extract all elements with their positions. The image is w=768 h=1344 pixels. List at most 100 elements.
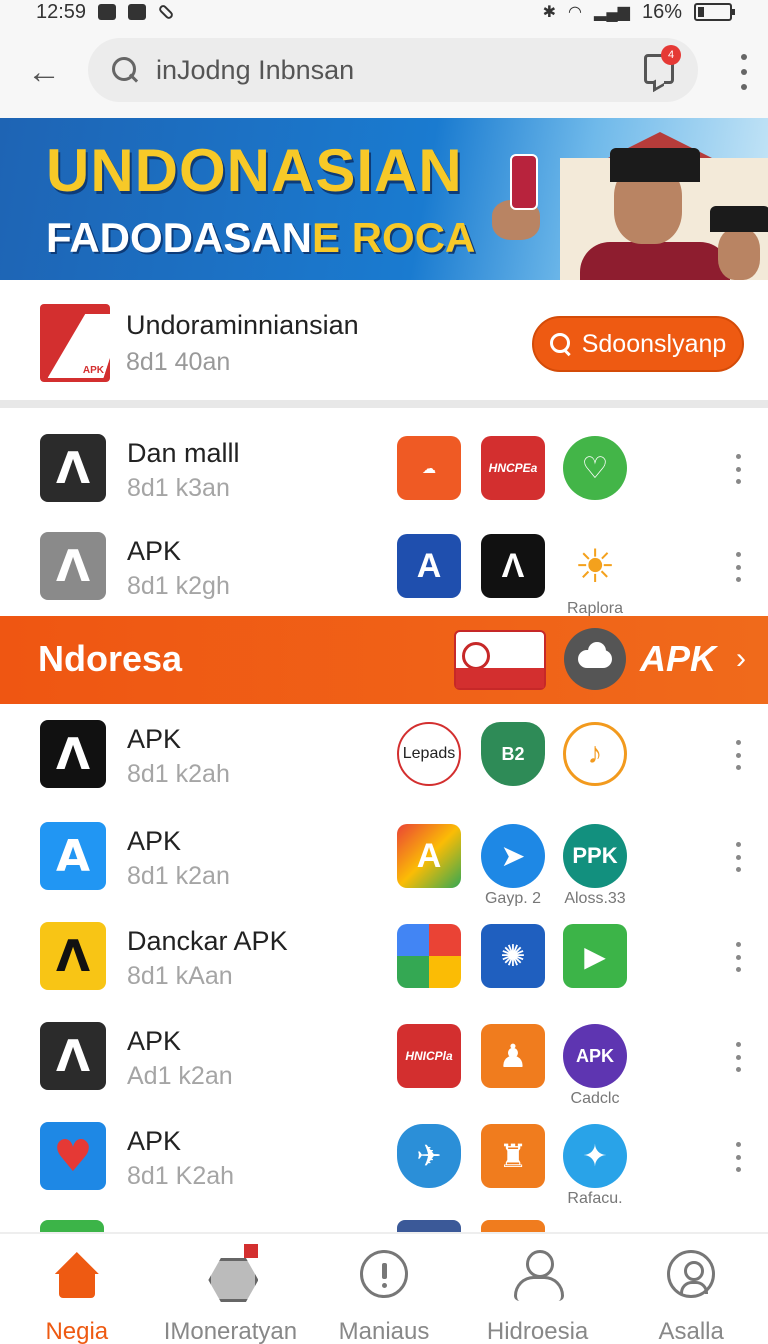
ppk-app-icon[interactable]: PPK — [563, 824, 627, 888]
nav-people[interactable]: Hidroesia — [461, 1234, 615, 1344]
app-icon: A — [40, 822, 106, 890]
promo-banner[interactable]: UNDONASIAN FADODASANE ROCA — [0, 118, 768, 280]
section-card-image — [454, 630, 546, 690]
row-more-icon[interactable] — [734, 740, 742, 770]
app-name: Danckar APK — [127, 926, 288, 956]
banner-subtitle: FADODASANE ROCA — [46, 214, 475, 262]
app-row[interactable]: Λ Danckar APK 8d1 kAan ✺ ▶ — [0, 906, 768, 1006]
chevron-right-icon[interactable]: › — [736, 642, 746, 676]
row-more-icon[interactable] — [734, 454, 742, 484]
search-icon — [549, 333, 572, 355]
featured-app-title: Undoraminniansian — [126, 310, 359, 340]
app-name: APK — [127, 536, 182, 566]
jellyfish-app-icon[interactable]: ☁ — [397, 436, 461, 500]
app-row[interactable]: Λ APK Ad1 k2an HNICPla ♟ APK Cadclc — [0, 1006, 768, 1107]
sun-app-icon[interactable]: ☀ — [563, 534, 627, 598]
signal-icon: ▂▄▆ — [594, 4, 630, 21]
app-meta: 8d1 k2gh — [127, 572, 230, 600]
row-more-icon[interactable] — [734, 842, 742, 872]
notification-app-icon-2 — [128, 4, 147, 20]
lambda-app-icon[interactable]: Λ — [481, 534, 545, 598]
nav-label: IMoneratyan — [163, 1318, 298, 1344]
nav-box[interactable]: IMoneratyan — [154, 1234, 308, 1344]
banner-subtitle-b: E ROCA — [312, 214, 476, 261]
feather-app-icon[interactable]: ♪ — [563, 722, 627, 786]
app-name: APK — [127, 724, 182, 754]
app-row[interactable]: ♥ APK 8d1 K2ah ✈ ♜ ✦ Rafacu. — [0, 1106, 768, 1207]
app-meta: 8d1 K2ah — [127, 1162, 235, 1190]
featured-button-label: Sdoonslyanp — [581, 329, 727, 358]
partial-row — [0, 1216, 768, 1232]
back-arrow-icon[interactable]: ← — [22, 50, 66, 94]
shield-app-icon[interactable]: B2 — [481, 722, 545, 786]
people-icon — [512, 1250, 564, 1302]
app-meta: 8d1 k2ah — [127, 760, 230, 788]
banner-title: UNDONASIAN — [46, 137, 463, 204]
section-title: Ndoresa — [38, 638, 183, 679]
google-style-app-icon[interactable]: A — [397, 824, 461, 888]
nav-home[interactable]: Negia — [0, 1234, 154, 1344]
lepads-app-icon[interactable]: Lepads — [397, 722, 461, 786]
featured-search-button[interactable]: Sdoonslyanp — [532, 316, 744, 372]
info-circle-icon — [359, 1250, 408, 1298]
featured-app[interactable]: APK Undoraminniansian 8d1 40an Sdoonslya… — [0, 280, 768, 408]
row-more-icon[interactable] — [734, 552, 742, 582]
app-caption: Rafacu. — [567, 1190, 623, 1207]
search-icon — [110, 55, 140, 85]
app-row[interactable]: Λ APK 8d1 k2gh A Λ ☀ Raplora — [0, 516, 768, 617]
battery-icon — [694, 3, 735, 21]
apk-purple-app-icon[interactable]: APK — [563, 1024, 627, 1088]
notification-badge: 4 — [661, 45, 681, 65]
nav-label: Maniaus — [338, 1318, 430, 1344]
app-icon: Λ — [40, 532, 106, 600]
section-apk-label: APK — [640, 638, 717, 679]
app-row[interactable]: Λ Dan malll 8d1 k3an ☁ HNCPEa ♡ — [0, 418, 768, 518]
app-icon: Λ — [40, 434, 106, 502]
app-name: APK — [127, 1026, 182, 1056]
home-icon — [51, 1250, 103, 1302]
app-meta: 8d1 k2an — [127, 862, 230, 890]
section-banner[interactable]: Ndoresa APK › — [0, 616, 768, 704]
hncpea-app-icon[interactable]: HNCPEa — [481, 436, 545, 500]
box-icon — [204, 1244, 259, 1302]
row-more-icon[interactable] — [734, 942, 742, 972]
nav-profile[interactable]: Asalla — [614, 1234, 768, 1344]
tag-icon — [157, 3, 175, 21]
message-icon[interactable]: 4 — [644, 45, 681, 84]
bottom-nav: Negia IMoneratyan Maniaus Hidroesia Asal… — [0, 1232, 768, 1344]
more-options-icon[interactable] — [738, 54, 750, 90]
app-row[interactable]: A APK 8d1 k2an A ➤ PPK Gayp. 2 Aloss.33 — [0, 806, 768, 907]
photos-app-icon[interactable] — [397, 924, 461, 988]
bird-app-icon[interactable]: ✦ — [563, 1124, 627, 1188]
a-app-icon[interactable]: A — [397, 534, 461, 598]
search-input[interactable]: inJodng Inbnsan 4 — [88, 38, 698, 102]
nav-label: Asalla — [658, 1318, 724, 1344]
search-header: ← inJodng Inbnsan 4 — [0, 24, 768, 118]
video-app-icon[interactable]: ▶ — [563, 924, 627, 988]
globe-app-icon[interactable]: ✺ — [481, 924, 545, 988]
wifi-icon: ◠ — [568, 4, 583, 21]
app-icon: Λ — [40, 922, 106, 990]
hnicpla-app-icon[interactable]: HNICPla — [397, 1024, 461, 1088]
bluetooth-icon: ✱ — [542, 4, 557, 21]
row-more-icon[interactable] — [734, 1042, 742, 1072]
banner-subtitle-a: FADODASAN — [46, 214, 313, 261]
app-icon: Λ — [40, 1022, 106, 1090]
chess-app-icon-2[interactable]: ♜ — [481, 1124, 545, 1188]
status-right: ✱ ◠ ▂▄▆ 16% — [542, 1, 735, 24]
app-name: APK — [127, 826, 182, 856]
bird-shield-app-icon[interactable]: ✈ — [397, 1124, 461, 1188]
notification-app-icon — [98, 4, 117, 20]
app-row[interactable]: Λ APK 8d1 k2ah Lepads B2 ♪ — [0, 704, 768, 804]
featured-app-icon: APK — [40, 304, 110, 382]
nav-circle[interactable]: Maniaus — [307, 1234, 461, 1344]
heart-chat-app-icon[interactable]: ♡ — [563, 436, 627, 500]
app-meta: 8d1 k3an — [127, 474, 230, 502]
nav-label: Hidroesia — [486, 1318, 589, 1344]
send-app-icon[interactable]: ➤ — [481, 824, 545, 888]
nav-label: Negia — [45, 1318, 109, 1344]
status-bar: 12:59 ✱ ◠ ▂▄▆ 16% — [0, 0, 768, 24]
profile-icon — [667, 1250, 716, 1298]
chess-app-icon[interactable]: ♟ — [481, 1024, 545, 1088]
row-more-icon[interactable] — [734, 1142, 742, 1172]
